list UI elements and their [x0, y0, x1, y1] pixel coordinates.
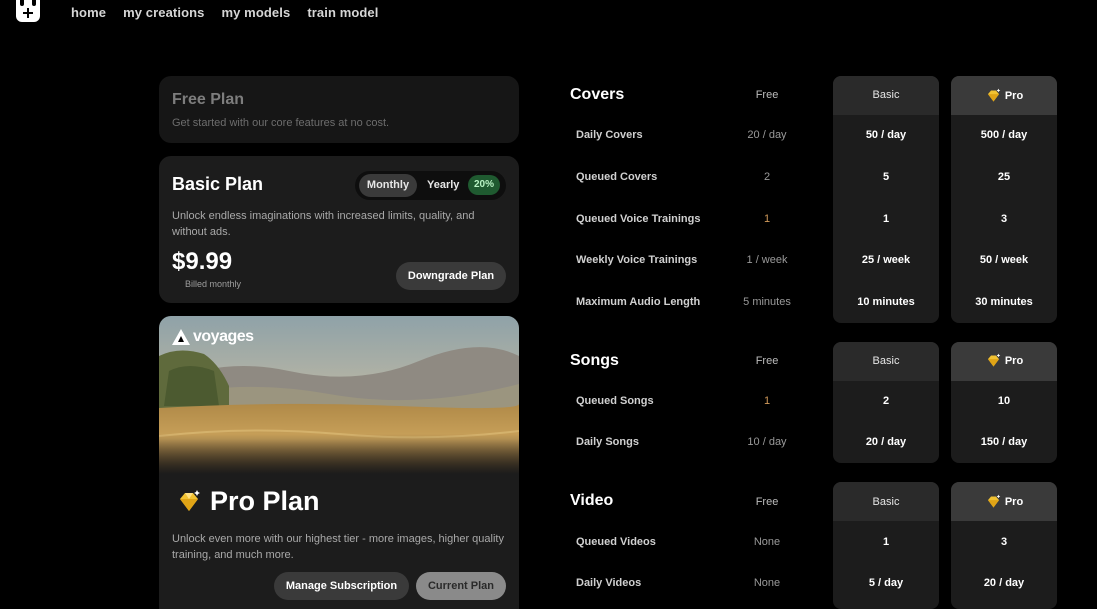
covers-title: Covers [570, 86, 625, 103]
video-basic-header: Basic [872, 496, 900, 508]
row-pro-value: 500 / day [980, 129, 1028, 141]
table-row: Daily Covers 20 / day 50 / day 500 / day [570, 129, 1057, 149]
row-pro-value: 50 / week [979, 254, 1029, 266]
table-row: Queued Songs 1 2 10 [570, 395, 1057, 415]
video-section: Video Free Basic Pro Queued Videos None … [570, 482, 1057, 609]
row-label: Queued Videos [576, 536, 656, 548]
manage-subscription-button[interactable]: Manage Subscription [274, 572, 409, 600]
table-row: Weekly Voice Trainings 1 / week 25 / wee… [570, 254, 1057, 274]
row-basic-value: 50 / day [865, 129, 907, 141]
covers-basic-header: Basic [872, 89, 900, 101]
pro-plan-card: voyages Pro Plan Unlock even more with o… [159, 316, 519, 609]
covers-pro-header-label: Pro [1004, 90, 1024, 102]
songs-pro-header: Pro [951, 353, 1057, 369]
covers-free-header: Free [755, 89, 779, 101]
songs-free-header: Free [755, 355, 779, 367]
row-label: Daily Songs [576, 436, 639, 448]
basic-plan-billed: Billed monthly [185, 279, 242, 289]
video-free-header: Free [755, 496, 779, 508]
songs-title: Songs [570, 352, 619, 369]
table-row: Queued Videos None 1 3 [570, 536, 1057, 556]
video-pro-header-label: Pro [1004, 496, 1024, 508]
row-basic-value: 10 minutes [857, 296, 915, 308]
voyages-logo-icon [172, 329, 190, 345]
row-label: Queued Covers [576, 171, 658, 183]
pro-plan-title: Pro Plan [210, 486, 320, 516]
nav-train-model[interactable]: train model [307, 5, 378, 20]
row-pro-value: 25 [997, 171, 1011, 183]
row-label: Queued Voice Trainings [576, 213, 701, 225]
free-plan-title: Free Plan [172, 91, 245, 108]
row-free-value: 1 [763, 213, 771, 225]
covers-basic-column [833, 76, 939, 323]
pro-plan-title-row: Pro Plan [176, 486, 320, 517]
songs-section: Songs Free Basic Pro Queued Songs 1 2 10… [570, 342, 1057, 463]
app-logo-icon[interactable] [16, 0, 40, 22]
row-basic-value: 5 / day [868, 577, 904, 589]
row-free-value: 10 / day [747, 436, 787, 448]
row-free-value: None [753, 577, 781, 589]
row-label: Daily Covers [576, 129, 643, 141]
row-free-value: None [753, 536, 781, 548]
video-title: Video [570, 492, 614, 509]
row-basic-value: 2 [882, 395, 890, 407]
row-basic-value: 25 / week [861, 254, 911, 266]
billing-toggle: Monthly Yearly 20% [355, 171, 506, 200]
table-row: Daily Songs 10 / day 20 / day 150 / day [570, 436, 1057, 456]
row-pro-value: 30 minutes [975, 296, 1033, 308]
row-pro-value: 3 [1000, 213, 1008, 225]
row-pro-value: 3 [1000, 536, 1008, 548]
table-row: Queued Voice Trainings 1 1 3 [570, 213, 1057, 233]
video-pro-header: Pro [951, 494, 1057, 510]
nav-home[interactable]: home [71, 5, 106, 20]
row-pro-value: 20 / day [983, 577, 1025, 589]
row-label: Weekly Voice Trainings [576, 254, 698, 266]
row-free-value: 20 / day [747, 129, 787, 141]
table-row: Maximum Audio Length 5 minutes 10 minute… [570, 296, 1057, 316]
gem-icon [987, 88, 1001, 102]
row-basic-value: 5 [882, 171, 890, 183]
row-free-value: 2 [763, 171, 771, 183]
top-nav: home my creations my models train model [16, 0, 395, 24]
songs-basic-header: Basic [872, 355, 900, 367]
pricing-page: home my creations my models train model … [0, 0, 1097, 609]
basic-plan-description: Unlock endless imaginations with increas… [172, 210, 475, 238]
row-label: Queued Songs [576, 395, 654, 407]
nav-my-models[interactable]: my models [221, 5, 290, 20]
voyages-brand-label: voyages [193, 328, 254, 345]
row-basic-value: 1 [882, 213, 890, 225]
downgrade-plan-button[interactable]: Downgrade Plan [396, 262, 506, 290]
covers-section: Covers Free Basic Pro Daily Covers 20 / … [570, 76, 1057, 323]
toggle-monthly[interactable]: Monthly [359, 174, 417, 197]
covers-pro-header: Pro [951, 88, 1057, 104]
row-pro-value: 150 / day [980, 436, 1028, 448]
toggle-yearly[interactable]: Yearly [427, 174, 459, 197]
free-plan-card: Free Plan Get started with our core feat… [159, 76, 519, 143]
table-row: Daily Videos None 5 / day 20 / day [570, 577, 1057, 597]
gem-icon [180, 489, 200, 511]
table-row: Queued Covers 2 5 25 [570, 171, 1057, 191]
row-basic-value: 1 [882, 536, 890, 548]
covers-pro-column [951, 76, 1057, 323]
row-free-value: 1 [763, 395, 771, 407]
nav-my-creations[interactable]: my creations [123, 5, 204, 20]
gem-icon [987, 494, 1001, 508]
basic-plan-card: Basic Plan Monthly Yearly 20% Unlock end… [159, 156, 519, 303]
row-label: Daily Videos [576, 577, 642, 589]
current-plan-button[interactable]: Current Plan [416, 572, 506, 600]
basic-plan-title: Basic Plan [172, 174, 264, 194]
basic-plan-price: $9.99 [172, 248, 233, 275]
row-free-value: 1 / week [746, 254, 788, 266]
songs-pro-header-label: Pro [1004, 355, 1024, 367]
pro-plan-description: Unlock even more with our highest tier -… [172, 533, 504, 561]
row-free-value: 5 minutes [743, 296, 791, 308]
yearly-discount-badge: 20% [467, 175, 500, 195]
row-label: Maximum Audio Length [576, 296, 701, 308]
voyages-brand: voyages [172, 328, 254, 346]
row-pro-value: 10 [997, 395, 1011, 407]
gem-icon [987, 353, 1001, 367]
row-basic-value: 20 / day [865, 436, 907, 448]
free-plan-description: Get started with our core features at no… [172, 117, 390, 129]
